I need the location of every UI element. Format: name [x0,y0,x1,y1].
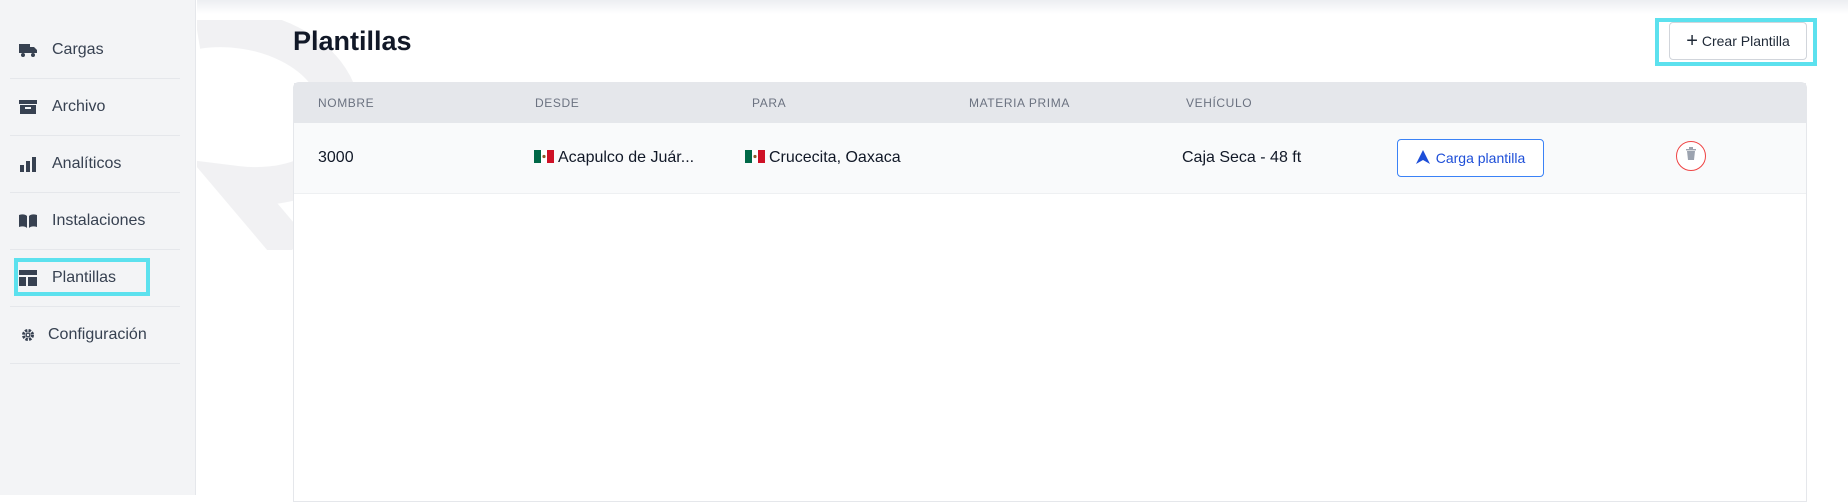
sidebar-item-label: Plantillas [52,269,117,286]
mexico-flag-icon [534,150,554,164]
load-template-label: Carga plantilla [1435,150,1526,166]
sidebar-item-instalaciones[interactable]: Instalaciones [10,193,180,250]
cell-para-text: Crucecita, Oaxaca [769,149,901,166]
sidebar-item-label: Analíticos [52,155,122,172]
load-template-button[interactable]: Carga plantilla [1397,139,1544,177]
mexico-flag-icon [745,150,765,164]
create-template-label: Crear Plantilla [1701,33,1790,49]
create-template-button[interactable]: + Crear Plantilla [1669,22,1807,60]
column-header-desde: DESDE [535,96,580,110]
sidebar-item-configuracion[interactable]: Configuración [10,307,180,364]
gear-icon [18,325,38,345]
table-row: 3000 Acapulco de Juár... Crucecita, Oaxa… [294,123,1806,194]
bar-chart-icon [18,154,38,174]
template-icon [18,268,38,288]
column-header-materia-prima: MATERIA PRIMA [969,96,1070,110]
navigation-arrow-icon [1415,149,1430,167]
sidebar-item-archivo[interactable]: Archivo [10,79,180,136]
truck-icon [18,40,38,60]
cell-nombre: 3000 [318,149,354,166]
sidebar-item-label: Cargas [52,41,104,58]
sidebar-nav: Cargas Archivo Analíticos Instalaciones … [10,22,180,364]
trash-icon [1685,147,1697,165]
sidebar-item-label: Archivo [52,98,106,115]
column-header-para: PARA [752,96,787,110]
templates-table: NOMBRE DESDE PARA MATERIA PRIMA VEHÍCULO… [293,82,1807,502]
sidebar: Cargas Archivo Analíticos Instalaciones … [0,0,196,495]
sidebar-item-cargas[interactable]: Cargas [10,22,180,79]
column-header-vehiculo: VEHÍCULO [1186,96,1253,110]
plus-icon: + [1686,30,1698,52]
main-content: Plantillas + Crear Plantilla NOMBRE DESD… [197,0,1848,502]
cell-desde: Acapulco de Juár... [534,149,694,167]
column-header-nombre: NOMBRE [318,96,375,110]
sidebar-item-analiticos[interactable]: Analíticos [10,136,180,193]
page-title: Plantillas [293,26,412,56]
top-shadow [197,0,1848,14]
cell-para: Crucecita, Oaxaca [745,149,901,167]
sidebar-item-plantillas[interactable]: Plantillas [10,250,180,307]
archive-icon [18,97,38,117]
delete-template-button[interactable] [1676,141,1706,171]
book-icon [18,211,38,231]
cell-vehiculo: Caja Seca - 48 ft [1182,149,1302,166]
sidebar-item-label: Instalaciones [52,212,146,229]
sidebar-item-label: Configuración [48,326,147,343]
cell-desde-text: Acapulco de Juár... [558,149,695,166]
table-header: NOMBRE DESDE PARA MATERIA PRIMA VEHÍCULO [294,83,1806,123]
